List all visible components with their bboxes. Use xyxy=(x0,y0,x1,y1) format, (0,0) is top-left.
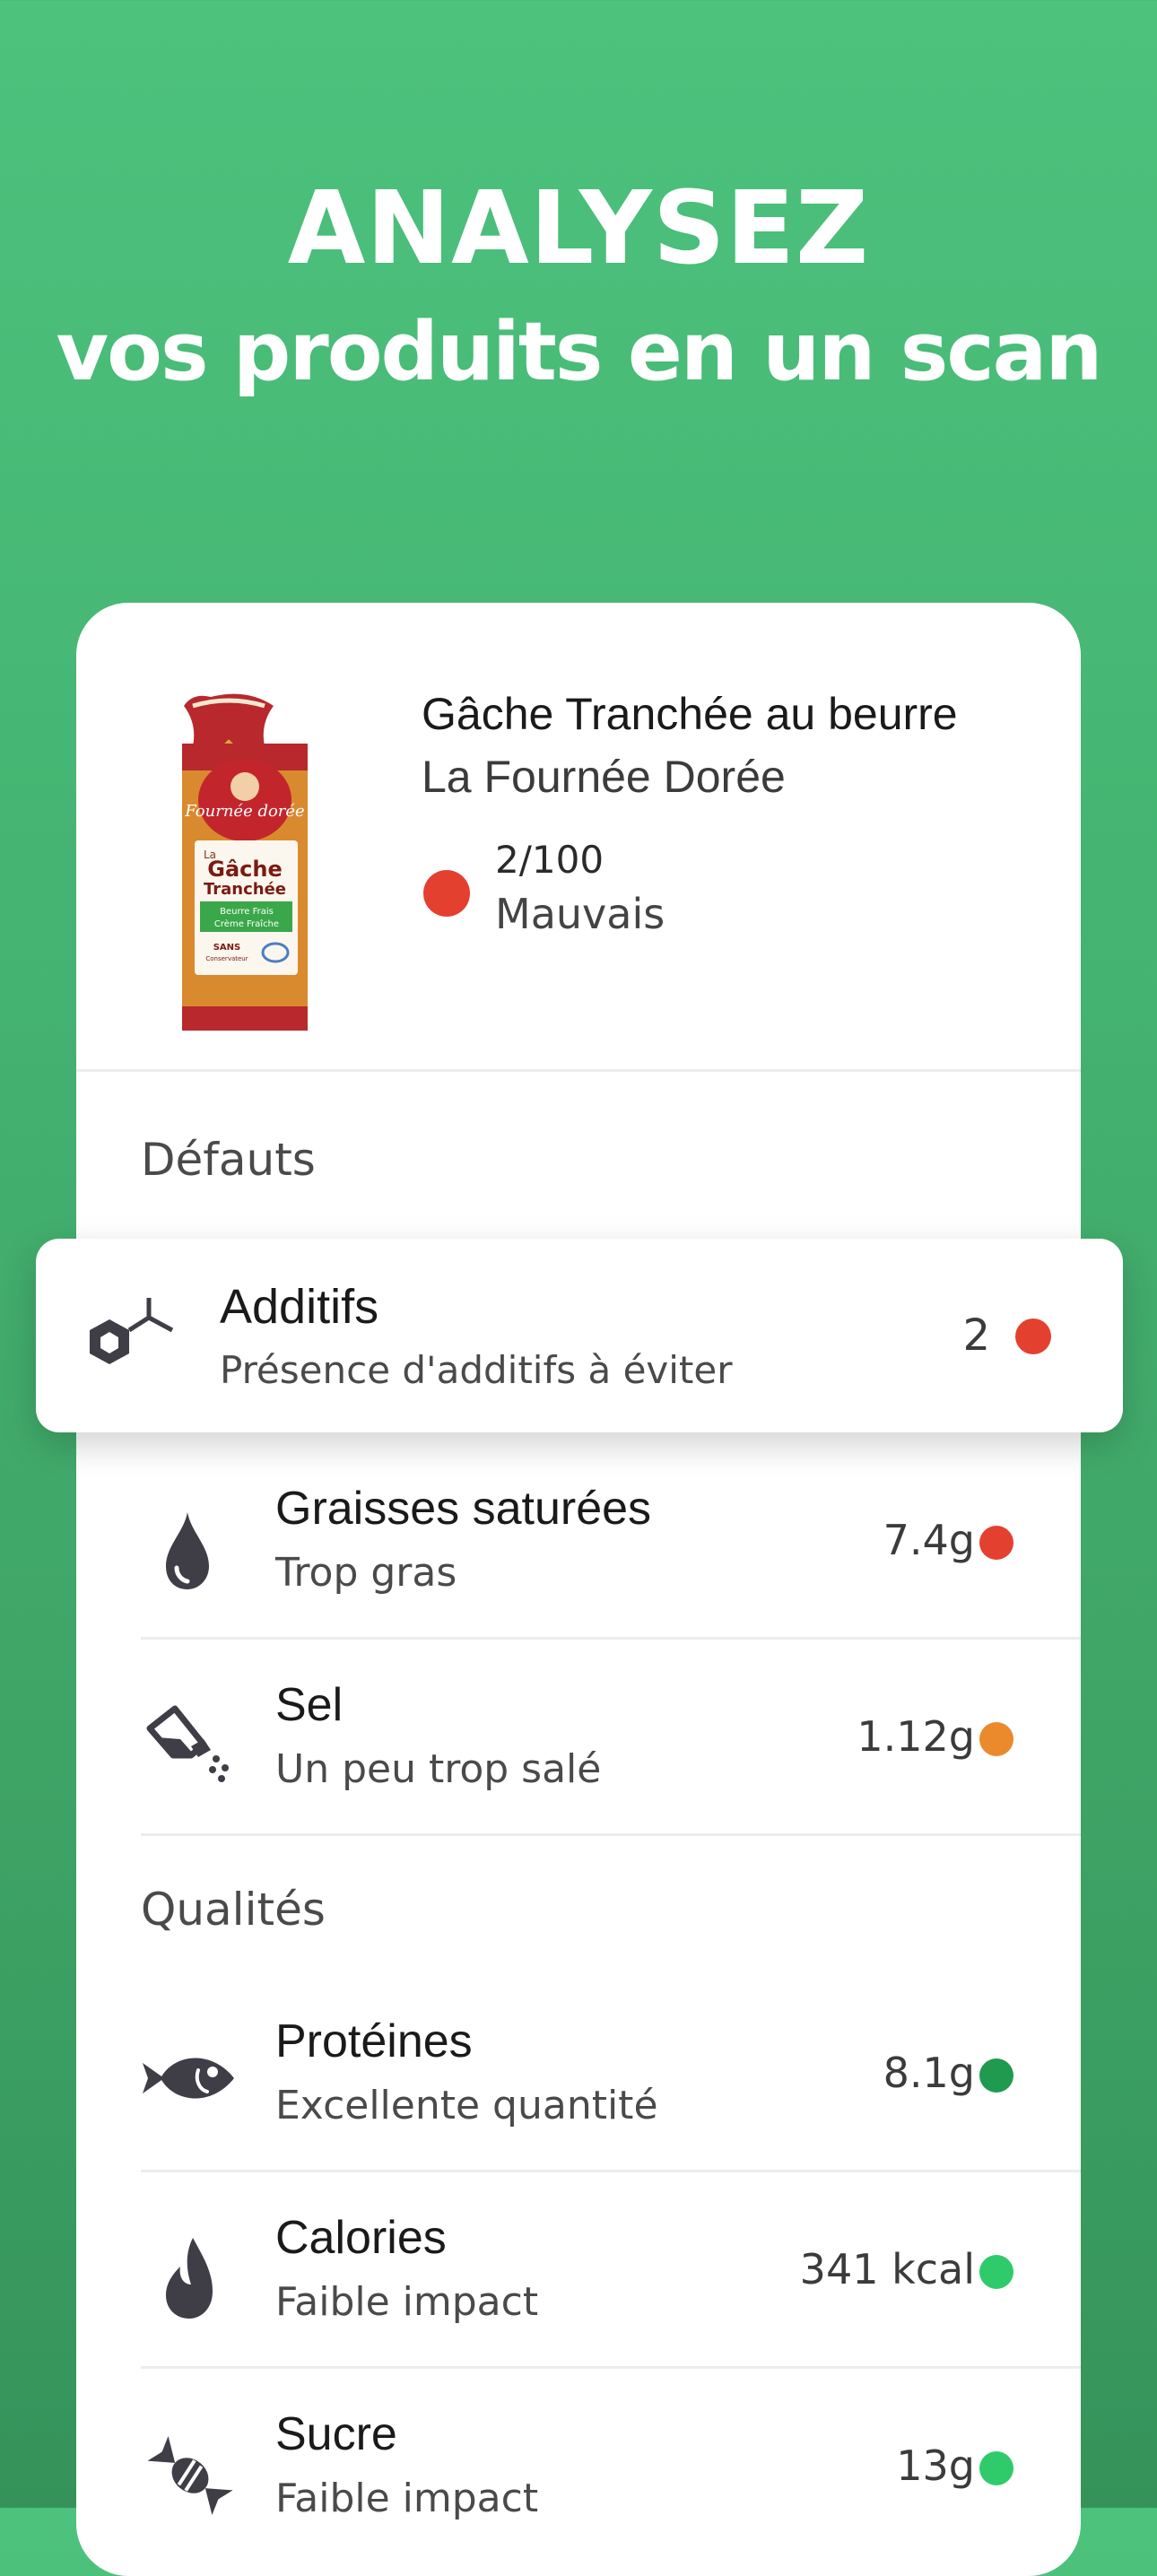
item-title: Sel xyxy=(275,1679,344,1731)
status-dot xyxy=(979,1526,1013,1560)
status-dot xyxy=(979,2255,1013,2289)
list-item-sucre[interactable]: Sucre Faible impact 13g xyxy=(141,2370,1081,2565)
package-badge-1: SANS xyxy=(213,943,241,953)
package-text-gache: Gâche xyxy=(207,857,282,882)
item-title: Additifs xyxy=(220,1280,379,1334)
status-dot xyxy=(979,2058,1013,2093)
item-value: 341 kcal xyxy=(799,2245,975,2293)
item-title: Sucre xyxy=(275,2408,397,2460)
item-value: 1.12g xyxy=(857,1712,975,1761)
row-divider xyxy=(141,1637,1081,1640)
item-subtitle: Un peu trop salé xyxy=(275,1746,602,1792)
item-subtitle: Faible impact xyxy=(275,2476,539,2521)
list-item-sel[interactable]: Sel Un peu trop salé 1.12g xyxy=(141,1640,1081,1836)
score-value: 2/100 xyxy=(495,838,605,882)
item-title: Graisses saturées xyxy=(275,1483,652,1535)
package-banner-1: Beurre Frais xyxy=(220,907,274,917)
molecule-icon xyxy=(90,1298,174,1364)
product-brand: La Fournée Dorée xyxy=(422,752,786,802)
item-subtitle: Présence d'additifs à éviter xyxy=(220,1348,733,1392)
list-item-proteines[interactable]: Protéines Excellente quantité 8.1g xyxy=(141,1977,1081,2172)
score-label: Mauvais xyxy=(495,890,665,938)
row-divider xyxy=(141,2170,1081,2172)
section-title-qualites: Qualités xyxy=(141,1884,326,1936)
flame-icon xyxy=(166,2238,213,2319)
item-subtitle: Faible impact xyxy=(275,2279,539,2325)
product-image: Fournée dorée La Gâche Tranchée Beurre F… xyxy=(182,693,308,1031)
item-value: 8.1g xyxy=(883,2049,975,2097)
item-subtitle: Trop gras xyxy=(275,1550,457,1596)
list-item-calories[interactable]: Calories Faible impact 341 kcal xyxy=(141,2173,1081,2369)
item-subtitle: Excellente quantité xyxy=(275,2083,658,2128)
item-title: Protéines xyxy=(275,2015,473,2067)
package-text-tranchee: Tranchée xyxy=(204,880,286,899)
status-dot xyxy=(1015,1318,1051,1354)
drop-icon xyxy=(166,1512,209,1589)
headline-subtitle: vos produits en un scan xyxy=(56,305,1103,399)
package-banner-2: Crème Fraîche xyxy=(214,918,279,929)
item-value: 2 xyxy=(962,1310,990,1361)
header-divider xyxy=(76,1069,1081,1072)
item-title: Calories xyxy=(275,2212,447,2264)
package-brand-logo: Fournée dorée xyxy=(184,802,304,821)
item-value: 13g xyxy=(896,2441,975,2490)
item-value: 7.4g xyxy=(883,1516,975,1564)
status-dot xyxy=(979,2451,1013,2485)
list-item-additifs-highlighted[interactable]: Additifs Présence d'additifs à éviter 2 xyxy=(36,1239,1123,1432)
row-divider xyxy=(141,1833,1081,1836)
package-badge-2: Conservateur xyxy=(205,955,248,962)
salt-shaker-icon xyxy=(146,1705,229,1782)
score-indicator-dot xyxy=(423,870,470,917)
row-divider xyxy=(141,2366,1081,2369)
fish-icon xyxy=(143,2058,234,2099)
status-dot xyxy=(979,1722,1013,1756)
product-card: Fournée dorée La Gâche Tranchée Beurre F… xyxy=(76,603,1081,2576)
product-name: Gâche Tranchée au beurre xyxy=(422,689,958,739)
candy-icon xyxy=(147,2436,233,2515)
list-item-graisses-saturees[interactable]: Graisses saturées Trop gras 7.4g xyxy=(141,1444,1081,1640)
headline-analysez: ANALYSEZ xyxy=(287,170,870,287)
section-title-defauts: Défauts xyxy=(141,1134,316,1186)
